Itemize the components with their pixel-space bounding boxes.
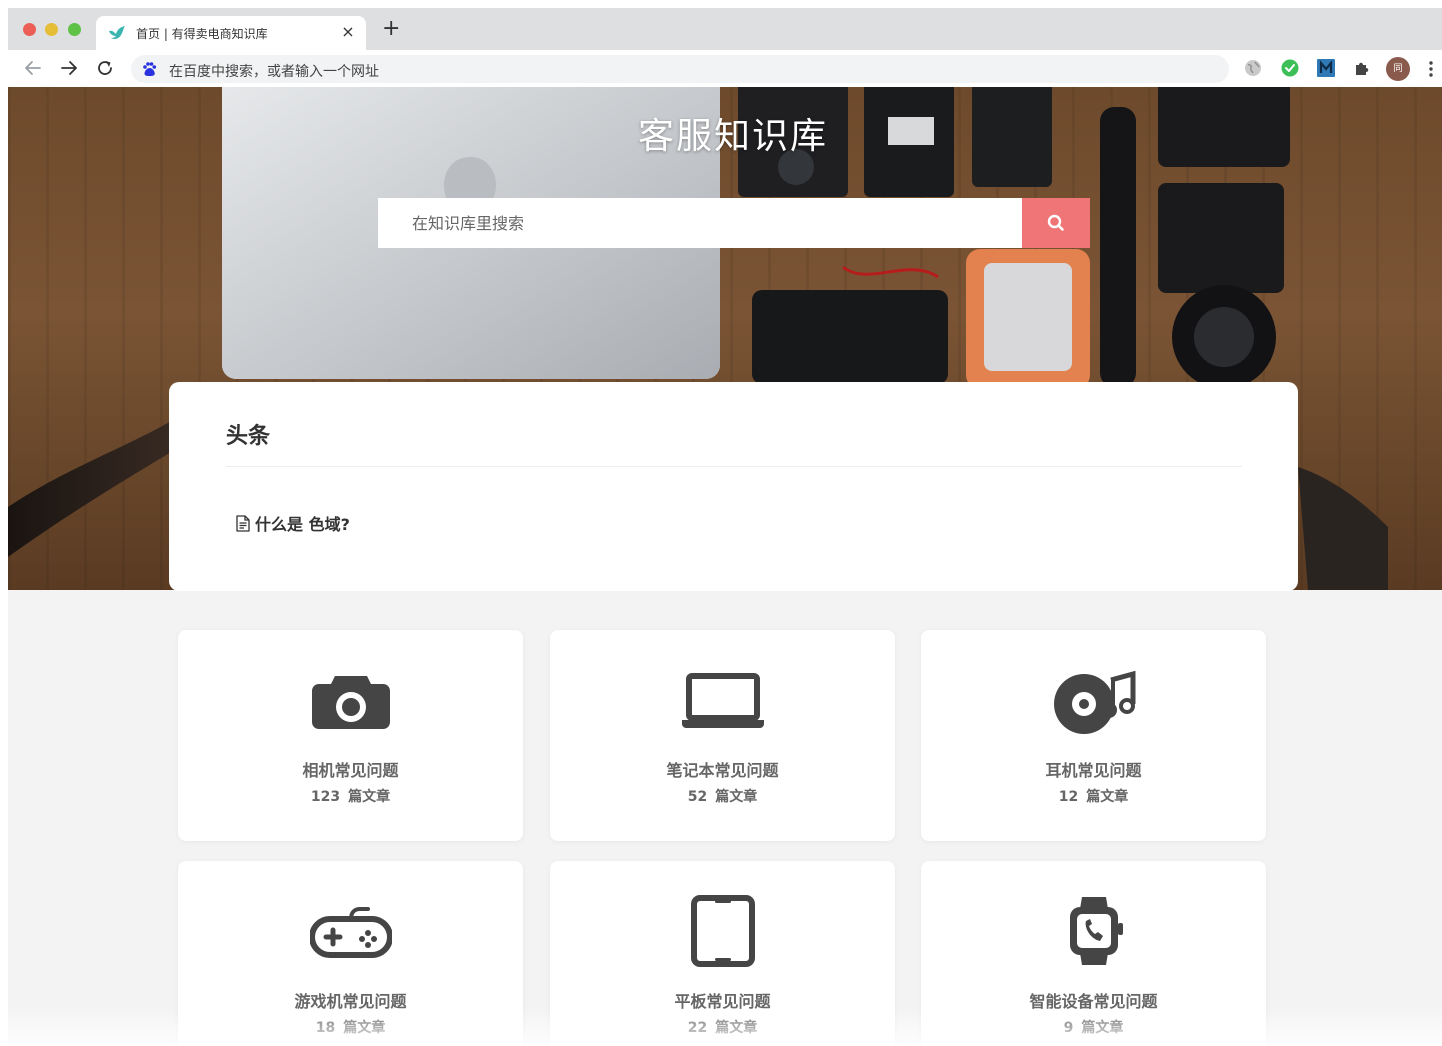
gamepad-icon: [309, 907, 392, 958]
browser-window: 首页 | 有得卖电商知识库 × + 在百度中搜索，或者输入一个网址 同 客服知识…: [8, 8, 1442, 1046]
article-title: 什么是 色域?: [255, 515, 350, 534]
page-content: 客服知识库 头条 什么是 色域?: [8, 87, 1442, 1046]
search-input[interactable]: [378, 198, 1023, 248]
headline-card: 头条 什么是 色域?: [169, 382, 1298, 591]
globe-extension-icon[interactable]: [1244, 59, 1262, 77]
document-icon: [236, 514, 250, 532]
new-tab-button[interactable]: +: [382, 18, 400, 40]
search-box: [378, 198, 1023, 248]
category-name: 相机常见问题: [302, 761, 399, 780]
profile-avatar[interactable]: 同: [1386, 57, 1410, 81]
reload-icon[interactable]: [95, 58, 115, 78]
category-article-count: 12 篇文章: [1058, 789, 1129, 805]
category-article-count: 123 篇文章: [310, 789, 391, 805]
forward-arrow-icon[interactable]: [59, 58, 79, 78]
more-menu-icon[interactable]: [1429, 60, 1433, 78]
category-card-headphones[interactable]: 耳机常见问题 12 篇文章: [921, 630, 1266, 841]
puzzle-extension-icon[interactable]: [1353, 59, 1371, 77]
camera-icon: [311, 676, 390, 729]
category-card-game-console[interactable]: 游戏机常见问题 18 篇文章: [178, 861, 523, 1046]
category-article-count: 18 篇文章: [315, 1020, 386, 1036]
category-name: 游戏机常见问题: [294, 992, 407, 1011]
maximize-window-button[interactable]: [68, 23, 81, 36]
category-name: 智能设备常见问题: [1029, 992, 1158, 1011]
browser-toolbar: 在百度中搜索，或者输入一个网址 同: [8, 50, 1442, 87]
hero-title: 客服知识库: [637, 116, 828, 157]
category-card-tablet[interactable]: 平板常见问题 22 篇文章: [550, 861, 895, 1046]
category-card-smart-device[interactable]: 智能设备常见问题 9 篇文章: [921, 861, 1266, 1046]
tab-close-button[interactable]: ×: [340, 22, 356, 42]
tablet-icon: [690, 895, 755, 967]
article-link[interactable]: 什么是 色域?: [235, 511, 350, 535]
category-name: 平板常见问题: [674, 992, 771, 1011]
laptop-icon: [681, 673, 764, 728]
address-bar-text: 在百度中搜索，或者输入一个网址: [169, 64, 379, 80]
browser-tab-active[interactable]: 首页 | 有得卖电商知识库 ×: [96, 16, 366, 50]
close-window-button[interactable]: [23, 23, 36, 36]
address-bar[interactable]: 在百度中搜索，或者输入一个网址: [131, 55, 1229, 83]
category-card-camera[interactable]: 相机常见问题 123 篇文章: [178, 630, 523, 841]
tab-title: 首页 | 有得卖电商知识库: [136, 27, 268, 41]
m-extension-icon[interactable]: [1317, 59, 1335, 77]
category-name: 耳机常见问题: [1045, 761, 1142, 780]
category-card-laptop[interactable]: 笔记本常见问题 52 篇文章: [550, 630, 895, 841]
divider: [226, 466, 1242, 467]
vinyl-music-icon: [1053, 670, 1135, 734]
category-name: 笔记本常见问题: [666, 761, 779, 780]
back-arrow-icon[interactable]: [23, 58, 43, 78]
tab-strip: 首页 | 有得卖电商知识库 × +: [8, 8, 1442, 50]
category-article-count: 52 篇文章: [687, 789, 758, 805]
bird-favicon-icon: [109, 26, 125, 39]
category-article-count: 22 篇文章: [687, 1020, 758, 1036]
minimize-window-button[interactable]: [45, 23, 58, 36]
search-button[interactable]: [1022, 198, 1090, 248]
search-icon: [1047, 214, 1064, 231]
smartwatch-icon: [1069, 897, 1123, 965]
checkmark-extension-icon[interactable]: [1281, 59, 1299, 77]
headline-section-title: 头条: [226, 424, 271, 449]
baidu-paw-icon: [143, 62, 157, 76]
category-article-count: 9 篇文章: [1063, 1020, 1124, 1036]
